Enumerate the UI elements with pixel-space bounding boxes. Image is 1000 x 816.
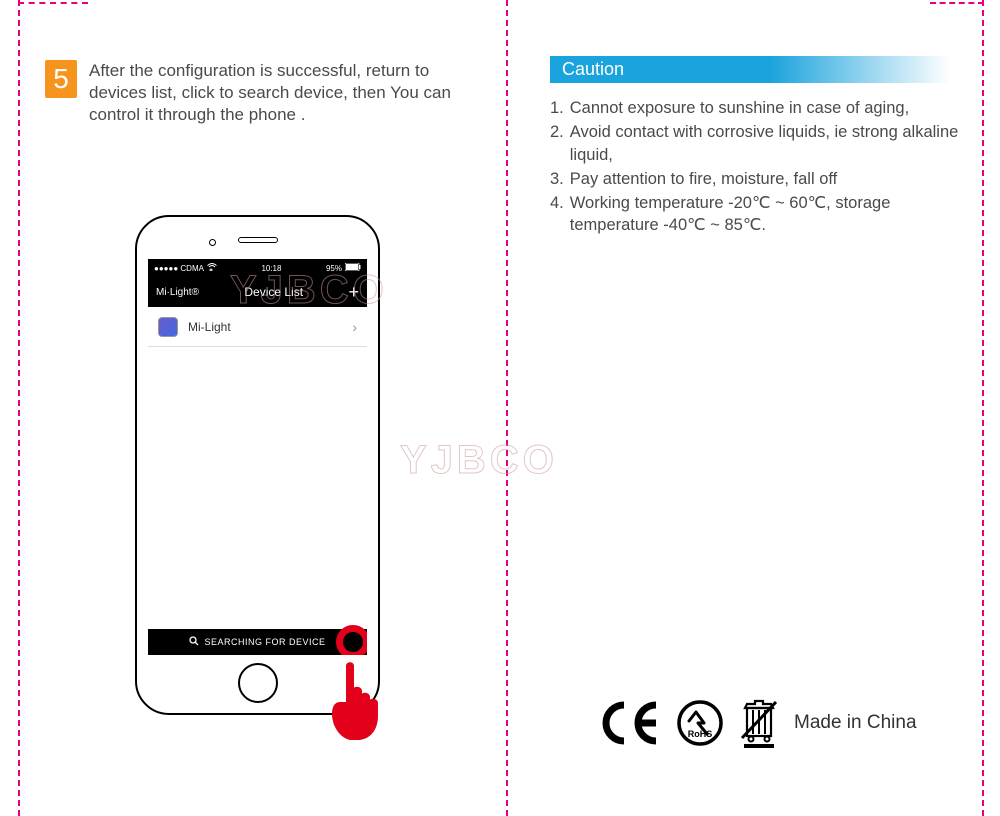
weee-bin-icon — [738, 698, 780, 748]
search-device-bar[interactable]: SEARCHING FOR DEVICE — [148, 629, 367, 655]
phone-home-button[interactable] — [238, 663, 278, 703]
touch-indicator-icon — [336, 625, 367, 655]
battery-icon — [345, 263, 361, 273]
step-instruction-text: After the configuration is successful, r… — [89, 60, 485, 126]
caution-list: 1. Cannot exposure to sunshine in case of… — [550, 97, 970, 237]
status-bar: ●●●●● CDMA 10:18 95% — [148, 259, 367, 277]
ce-mark-icon — [600, 701, 662, 745]
search-label: SEARCHING FOR DEVICE — [204, 637, 325, 647]
nav-title: Device List — [244, 285, 303, 299]
caution-item: Cannot exposure to sunshine in case of a… — [570, 97, 909, 119]
caution-num: 4. — [550, 192, 564, 237]
device-app-icon — [158, 317, 178, 337]
caution-num: 3. — [550, 168, 564, 190]
wifi-icon — [207, 263, 217, 273]
rohs-mark-icon: RoHS — [676, 699, 724, 747]
caution-heading: Caution — [550, 56, 950, 83]
svg-text:RoHS: RoHS — [688, 729, 713, 739]
app-nav-bar: Mi·Light® Device List + — [148, 277, 367, 307]
caution-item: Pay attention to fire, moisture, fall of… — [570, 168, 838, 190]
app-brand: Mi·Light® — [156, 287, 199, 298]
phone-screen: ●●●●● CDMA 10:18 95% Mi·Light® — [148, 259, 367, 655]
chevron-right-icon: › — [352, 319, 357, 335]
phone-outline: ●●●●● CDMA 10:18 95% Mi·Light® — [135, 215, 380, 715]
pointing-hand-icon — [324, 658, 394, 738]
add-device-button[interactable]: + — [348, 283, 359, 301]
watermark: YJBCO — [400, 438, 558, 483]
device-list-item[interactable]: Mi-Light › — [148, 307, 367, 347]
caution-num: 1. — [550, 97, 564, 119]
phone-speaker — [238, 237, 278, 243]
status-battery-pct: 95% — [326, 264, 342, 273]
caution-num: 2. — [550, 121, 564, 166]
search-icon — [189, 636, 199, 648]
device-name: Mi-Light — [188, 320, 231, 334]
made-in-label: Made in China — [794, 712, 917, 734]
status-carrier: ●●●●● CDMA — [154, 264, 204, 273]
status-time: 10:18 — [261, 264, 281, 273]
phone-camera — [209, 239, 216, 246]
step-number-badge: 5 — [45, 60, 77, 98]
caution-item: Working temperature -20℃ ~ 60℃, storage … — [570, 192, 970, 237]
caution-item: Avoid contact with corrosive liquids, ie… — [570, 121, 970, 166]
